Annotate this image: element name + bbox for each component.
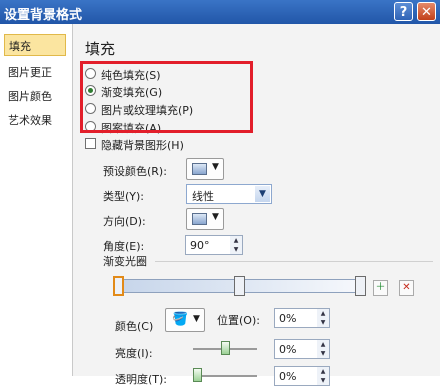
direction-button[interactable]: ▼ [186,208,224,230]
add-stop-icon[interactable]: ＋ [373,280,388,296]
spinner-arrows[interactable]: ▲ ▼ [317,340,329,358]
hide-background-label: 隐藏背景图形(H) [101,139,184,152]
gradient-stop-2[interactable] [234,276,245,296]
chevron-down-icon: ▼ [212,162,219,172]
transparency-value: 0% [279,370,297,383]
sidebar-item-artistic-effects[interactable]: 艺术效果 [8,112,52,128]
brightness-label: 亮度(I): [115,347,153,360]
position-value: 0% [279,312,297,325]
preset-color-label: 预设颜色(R): [103,165,167,178]
hide-background-checkbox[interactable] [85,138,96,149]
brightness-slider-knob[interactable] [221,341,230,355]
transparency-spinner[interactable]: 0% ▲ ▼ [274,366,330,386]
spinner-arrows[interactable]: ▲ ▼ [317,309,329,327]
color-label: 颜色(C) [115,320,154,333]
stop-color-button[interactable]: 🪣 ▼ [165,308,205,332]
direction-swatch [192,213,207,225]
chevron-down-icon: ▼ [212,212,219,222]
preset-swatch [192,163,207,175]
fill-panel: 填充 纯色填充(S) 渐变填充(G) 图片或纹理填充(P) 图案填充(A) 隐藏… [73,24,440,386]
sidebar: 填充 图片更正 图片颜色 艺术效果 [0,24,73,376]
position-spinner[interactable]: 0% ▲ ▼ [274,308,330,328]
gradient-stops-label: 渐变光圈 [103,255,147,268]
help-button[interactable]: ? [394,2,413,21]
type-label: 类型(Y): [103,190,145,203]
sidebar-item-fill[interactable]: 填充 [4,34,66,56]
angle-value: 90° [190,239,210,252]
panel-heading: 填充 [85,40,116,58]
chevron-down-icon: ▼ [255,186,270,202]
paint-bucket-icon: 🪣 [172,312,189,327]
direction-label: 方向(D): [103,215,146,228]
brightness-value: 0% [279,343,297,356]
transparency-label: 透明度(T): [115,373,168,386]
brightness-spinner[interactable]: 0% ▲ ▼ [274,339,330,359]
window-title: 设置背景格式 [4,8,83,23]
sidebar-item-picture-color[interactable]: 图片颜色 [8,88,52,104]
sidebar-item-picture-correction[interactable]: 图片更正 [8,64,52,80]
type-select[interactable]: 线性 ▼ [186,184,272,204]
spinner-arrows[interactable]: ▲ ▼ [317,367,329,385]
transparency-slider-knob[interactable] [193,368,202,382]
type-value: 线性 [192,190,214,203]
gradient-stop-1[interactable] [113,276,124,296]
angle-label: 角度(E): [103,240,145,253]
highlight-box [80,61,253,133]
close-button[interactable]: ✕ [417,2,436,21]
angle-spinner[interactable]: 90° ▲ ▼ [185,235,243,255]
remove-stop-icon[interactable]: ✕ [399,280,414,296]
position-label: 位置(O): [217,314,260,327]
title-bar: 设置背景格式 ? ✕ [0,0,440,24]
gradient-stop-3[interactable] [355,276,366,296]
divider [155,261,433,262]
spinner-arrows[interactable]: ▲ ▼ [230,236,242,254]
preset-color-button[interactable]: ▼ [186,158,224,180]
chevron-down-icon: ▼ [193,314,200,324]
transparency-slider[interactable] [193,375,257,377]
